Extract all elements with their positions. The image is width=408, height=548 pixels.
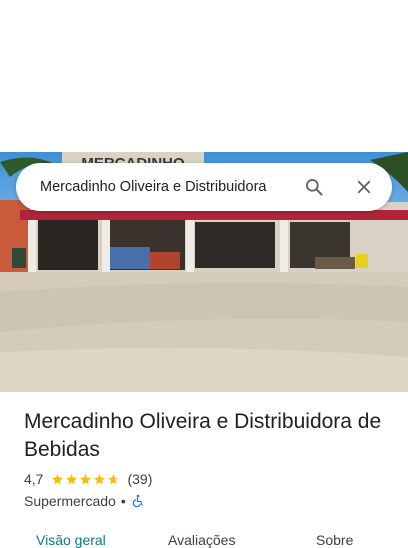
category-label: Supermercado [24, 493, 116, 509]
tab-about[interactable]: Sobre [316, 532, 353, 548]
category-row: Supermercado • [24, 493, 145, 509]
tab-overview[interactable]: Visão geral [36, 532, 106, 548]
rating-row[interactable]: 4,7 (39) [24, 471, 152, 487]
star-icon [94, 473, 106, 484]
review-count[interactable]: (39) [127, 471, 152, 487]
star-rating [51, 473, 121, 486]
star-icon [108, 473, 120, 484]
separator-dot: • [120, 493, 126, 509]
star-icon [66, 473, 78, 484]
star-icon [52, 473, 64, 484]
place-title: Mercadinho Oliveira e Distribuidora de B… [24, 410, 382, 461]
search-bar[interactable]: Mercadinho Oliveira e Distribuidora [16, 163, 392, 211]
search-input[interactable]: Mercadinho Oliveira e Distribuidora [40, 179, 300, 195]
search-icon [306, 179, 323, 196]
close-button[interactable] [350, 173, 378, 201]
search-button[interactable] [300, 173, 328, 201]
wheelchair-icon[interactable] [131, 494, 145, 508]
tab-reviews[interactable]: Avaliações [168, 532, 235, 548]
rating-value: 4,7 [24, 471, 44, 487]
close-icon [357, 180, 371, 194]
tab-bar: Visão geral Avaliações Sobre [0, 530, 408, 548]
star-icon [80, 473, 92, 484]
